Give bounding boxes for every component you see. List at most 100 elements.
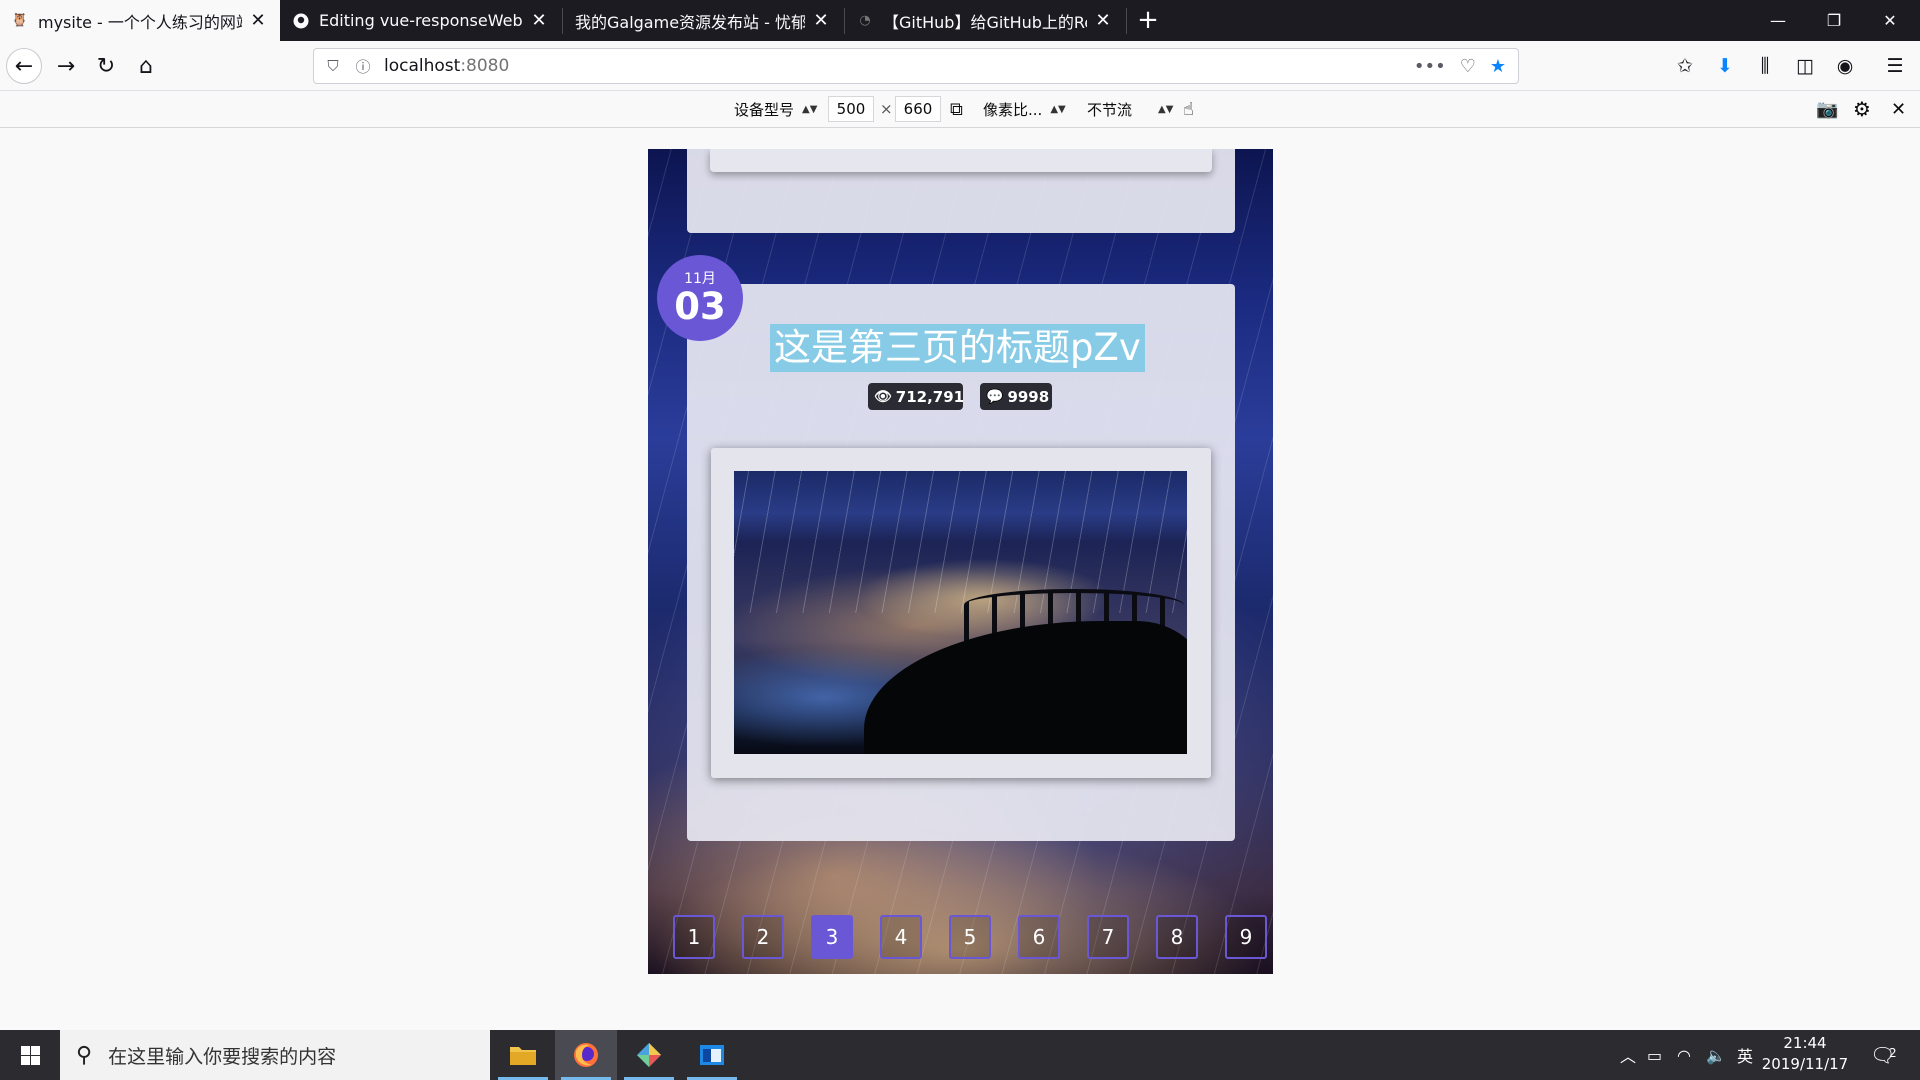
app-window-icon[interactable] xyxy=(681,1030,743,1080)
close-tab-icon[interactable]: ✕ xyxy=(1093,10,1113,31)
rotate-icon[interactable]: ⧉ xyxy=(950,91,963,127)
tab-galgame[interactable]: 我的Galgame资源发布站 - 忧郁的 ✕ xyxy=(563,0,843,41)
throttle-select[interactable]: 不节流 ▲▼ xyxy=(1087,91,1173,127)
url-port: :8080 xyxy=(460,56,510,76)
github-loading-icon: ◔ xyxy=(859,13,871,28)
page-button-6[interactable]: 6 xyxy=(1018,915,1060,959)
file-explorer-icon[interactable] xyxy=(492,1030,554,1080)
previous-post-card xyxy=(687,149,1235,233)
start-button[interactable] xyxy=(0,1030,60,1080)
search-icon: ⚲ xyxy=(76,1042,93,1068)
post-image[interactable] xyxy=(734,471,1187,754)
close-rdm-icon[interactable]: ✕ xyxy=(1891,91,1906,127)
device-select[interactable]: 设备型号 ▲▼ xyxy=(734,91,817,127)
page-button-7[interactable]: 7 xyxy=(1087,915,1129,959)
reload-icon[interactable]: ↻ xyxy=(88,48,124,84)
sidebar-icon[interactable]: ◫ xyxy=(1793,54,1817,78)
comments-badge: 💬 9998 xyxy=(980,383,1052,410)
previous-post-image-frame xyxy=(710,149,1212,172)
page-button-9[interactable]: 9 xyxy=(1225,915,1267,959)
home-icon[interactable]: ⌂ xyxy=(128,48,164,84)
library-icon[interactable]: ⫼ xyxy=(1753,54,1777,78)
url-text[interactable]: localhost:8080 xyxy=(384,56,509,76)
forward-icon[interactable]: → xyxy=(48,48,84,84)
image-hill xyxy=(864,621,1187,754)
bookmarks-star-list-icon[interactable]: ✩ xyxy=(1673,54,1697,78)
url-host: localhost xyxy=(384,56,461,76)
bookmark-star-icon[interactable]: ★ xyxy=(1490,56,1506,77)
tab-title: Editing vue-responseWebPa xyxy=(319,11,523,30)
notification-count: 2 xyxy=(1889,1046,1897,1060)
close-tab-icon[interactable]: ✕ xyxy=(248,10,268,31)
select-arrow-icon: ▲▼ xyxy=(1050,103,1066,115)
dpr-select[interactable]: 像素比... ▲▼ xyxy=(983,91,1066,127)
tray-overflow-icon[interactable]: ︿ xyxy=(1620,1030,1636,1080)
close-tab-icon[interactable]: ✕ xyxy=(811,10,831,31)
page-button-2[interactable]: 2 xyxy=(742,915,784,959)
page-viewport[interactable]: 11月 03 这是第三页的标题pZv 👁 712,791 💬 9998 1 2 … xyxy=(648,149,1273,974)
menu-icon[interactable]: ☰ xyxy=(1883,54,1907,78)
firefox-icon[interactable] xyxy=(555,1030,617,1080)
wifi-icon[interactable]: ◠ xyxy=(1677,1030,1691,1080)
device-select-label: 设备型号 xyxy=(734,100,795,119)
screenshot-icon[interactable]: 📷 xyxy=(1816,91,1838,127)
pagination: 1 2 3 4 5 6 7 8 9 xyxy=(648,915,1273,961)
views-badge: 👁 712,791 xyxy=(868,383,964,410)
info-icon[interactable]: ⓘ xyxy=(352,56,374,77)
back-icon[interactable]: ← xyxy=(6,48,42,84)
post-title[interactable]: 这是第三页的标题pZv xyxy=(770,324,1145,372)
tab-title: 【GitHub】给GitHub上的Rea xyxy=(883,12,1087,32)
tab-github-readme[interactable]: ◔ 【GitHub】给GitHub上的Rea ✕ xyxy=(845,0,1125,41)
page-button-8[interactable]: 8 xyxy=(1156,915,1198,959)
times-sign: × xyxy=(880,100,893,118)
settings-gear-icon[interactable]: ⚙ xyxy=(1853,91,1871,127)
tab-editing[interactable]: Editing vue-responseWebPa ✕ xyxy=(281,0,561,41)
clock[interactable]: 21:44 2019/11/17 xyxy=(1755,1033,1855,1075)
battery-icon[interactable]: ▭ xyxy=(1647,1030,1662,1080)
windows-taskbar: ⚲ 在这里输入你要搜索的内容 ︿ ▭ ◠ 🔈 英 21:44 2019/11/1… xyxy=(0,1030,1920,1080)
account-icon[interactable]: ◉ xyxy=(1833,54,1857,78)
eye-icon: 👁 xyxy=(874,388,892,405)
page-button-1[interactable]: 1 xyxy=(673,915,715,959)
taskbar-search[interactable]: ⚲ 在这里输入你要搜索的内容 xyxy=(60,1030,490,1080)
search-placeholder: 在这里输入你要搜索的内容 xyxy=(108,1045,337,1068)
volume-icon[interactable]: 🔈 xyxy=(1706,1030,1726,1080)
owl-icon: 🦉 xyxy=(11,13,29,28)
height-value[interactable]: 660 xyxy=(895,96,941,122)
minimize-icon[interactable]: — xyxy=(1750,0,1806,41)
tab-mysite[interactable]: 🦉 mysite - 一个个人练习的网站 ✕ xyxy=(0,0,280,41)
ime-indicator[interactable]: 英 xyxy=(1737,1030,1753,1080)
clock-time: 21:44 xyxy=(1783,1034,1827,1052)
select-arrow-icon: ▲▼ xyxy=(802,103,818,115)
close-window-icon[interactable]: ✕ xyxy=(1862,0,1918,41)
date-day: 03 xyxy=(674,285,726,328)
pocket-icon[interactable]: ♡ xyxy=(1460,56,1476,77)
clock-date: 2019/11/17 xyxy=(1761,1055,1849,1073)
page-button-3[interactable]: 3 xyxy=(811,915,853,959)
viewport-width-input[interactable]: 500 xyxy=(828,91,874,127)
dpr-label: 像素比... xyxy=(983,100,1043,119)
page-button-4[interactable]: 4 xyxy=(880,915,922,959)
download-icon[interactable]: ⬇ xyxy=(1713,54,1737,78)
close-tab-icon[interactable]: ✕ xyxy=(529,10,549,31)
shield-icon[interactable]: ⛉ xyxy=(322,57,344,75)
url-bar[interactable]: ⛉ ⓘ localhost:8080 ••• ♡ ★ xyxy=(313,48,1519,84)
tab-bar: 🦉 mysite - 一个个人练习的网站 ✕ Editing vue-respo… xyxy=(0,0,1920,41)
page-button-5[interactable]: 5 xyxy=(949,915,991,959)
throttle-label: 不节流 xyxy=(1087,100,1133,119)
github-icon xyxy=(293,13,309,29)
gitkraken-icon[interactable] xyxy=(618,1030,680,1080)
page-actions-icon[interactable]: ••• xyxy=(1414,56,1446,77)
windows-logo-icon xyxy=(20,1045,40,1065)
width-value[interactable]: 500 xyxy=(828,96,874,122)
touch-simulation-icon[interactable]: ☝ xyxy=(1183,91,1194,127)
date-badge: 11月 03 xyxy=(657,255,743,341)
url-actions: ••• ♡ ★ xyxy=(1414,56,1506,77)
restore-icon[interactable]: ❐ xyxy=(1806,0,1862,41)
tab-separator xyxy=(1126,8,1127,34)
navigation-toolbar: ← → ↻ ⌂ ⛉ ⓘ localhost:8080 ••• ♡ ★ ✩ ⬇ ⫼… xyxy=(0,41,1920,90)
new-tab-icon[interactable]: + xyxy=(1133,5,1163,35)
select-arrow-icon: ▲▼ xyxy=(1158,103,1174,115)
comments-icon: 💬 xyxy=(986,388,1004,405)
viewport-height-input[interactable]: 660 xyxy=(895,91,941,127)
